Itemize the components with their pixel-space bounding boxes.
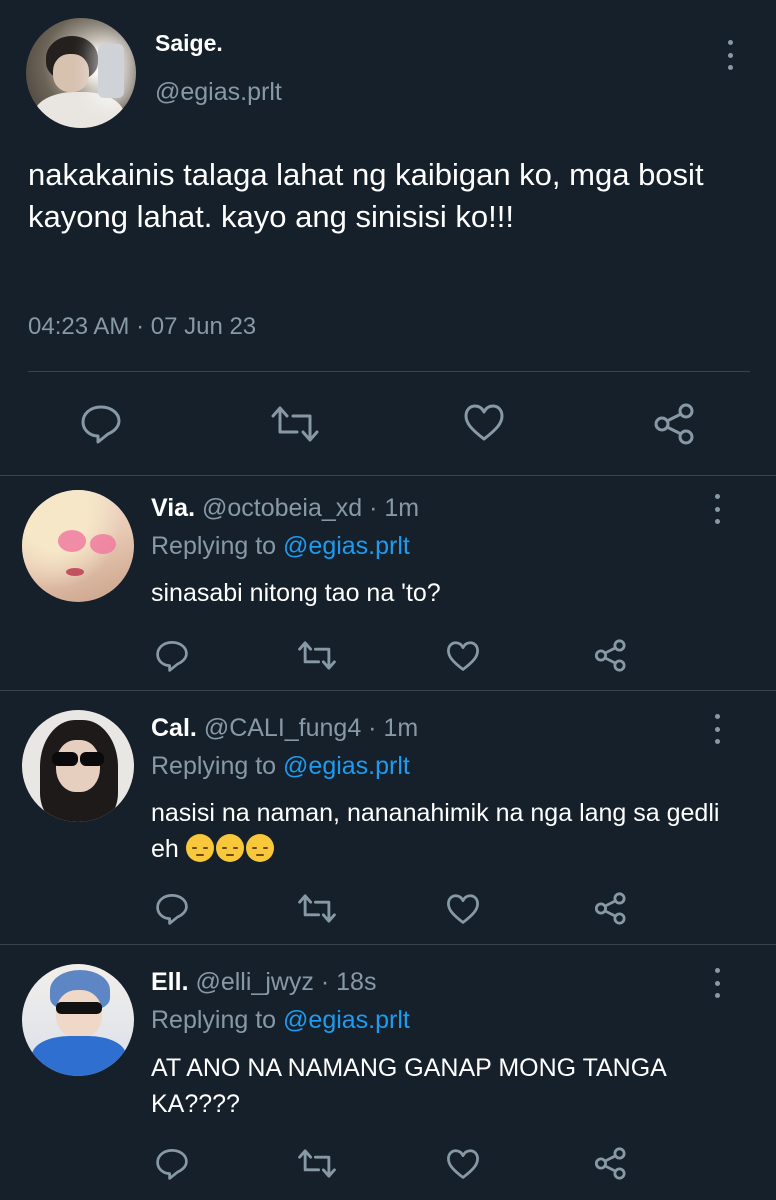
reply-display-name[interactable]: Ell. <box>151 968 189 996</box>
heart-icon[interactable] <box>446 894 480 925</box>
reply-handle-time[interactable]: @CALI_fung4 · 1m <box>204 714 418 742</box>
retweet-icon[interactable] <box>298 641 336 670</box>
avatar-ell[interactable] <box>22 964 134 1076</box>
heart-icon[interactable] <box>446 1149 480 1180</box>
reply-icon[interactable] <box>155 640 189 672</box>
replying-to-label: Replying to <box>151 752 277 780</box>
replying-to-handle[interactable]: @egias.prlt <box>283 752 410 780</box>
reply-display-name[interactable]: Via. <box>151 494 195 522</box>
more-vertical-icon[interactable] <box>712 968 722 998</box>
share-icon[interactable] <box>594 892 628 925</box>
avatar-saige[interactable] <box>26 18 136 128</box>
main-display-name[interactable]: Saige. <box>155 30 223 57</box>
divider <box>0 944 776 945</box>
reply-text: AT ANO NA NAMANG GANAP MONG TANGA KA???? <box>151 1054 666 1118</box>
reply-handle-time[interactable]: @octobeia_xd · 1m <box>202 494 419 522</box>
avatar-cal[interactable] <box>22 710 134 822</box>
more-vertical-icon[interactable] <box>725 40 735 70</box>
more-vertical-icon[interactable] <box>712 714 722 744</box>
main-timestamp: 04:23 AM · 07 Jun 23 <box>28 313 257 340</box>
more-vertical-icon[interactable] <box>712 494 722 524</box>
reply-display-name[interactable]: Cal. <box>151 714 197 742</box>
reply-text: sinasabi nitong tao na 'to? <box>151 579 441 607</box>
replying-to-handle[interactable]: @egias.prlt <box>283 1006 410 1034</box>
replying-to-label: Replying to <box>151 532 277 560</box>
main-handle[interactable]: @egias.prlt <box>155 78 282 107</box>
divider <box>0 475 776 476</box>
share-icon[interactable] <box>594 639 628 672</box>
retweet-icon[interactable] <box>298 894 336 923</box>
retweet-icon[interactable] <box>298 1149 336 1178</box>
replying-to-label: Replying to <box>151 1006 277 1034</box>
divider <box>0 690 776 691</box>
share-icon[interactable] <box>594 1147 628 1180</box>
reply-text-block: nasisi na naman, nananahimik na nga lang… <box>151 795 731 867</box>
pensive-face-emojis <box>185 834 276 863</box>
heart-icon[interactable] <box>446 641 480 672</box>
share-icon[interactable] <box>653 403 697 445</box>
replying-to-handle[interactable]: @egias.prlt <box>283 532 410 560</box>
main-tweet-text: nakakainis talaga lahat ng kaibigan ko, … <box>28 157 704 234</box>
heart-icon[interactable] <box>463 404 505 442</box>
reply-icon[interactable] <box>80 404 122 444</box>
reply-handle-time[interactable]: @elli_jwyz · 18s <box>195 968 376 996</box>
retweet-icon[interactable] <box>271 406 319 442</box>
divider <box>28 371 750 372</box>
reply-icon[interactable] <box>155 1148 189 1180</box>
reply-icon[interactable] <box>155 893 189 925</box>
avatar-via[interactable] <box>22 490 134 602</box>
